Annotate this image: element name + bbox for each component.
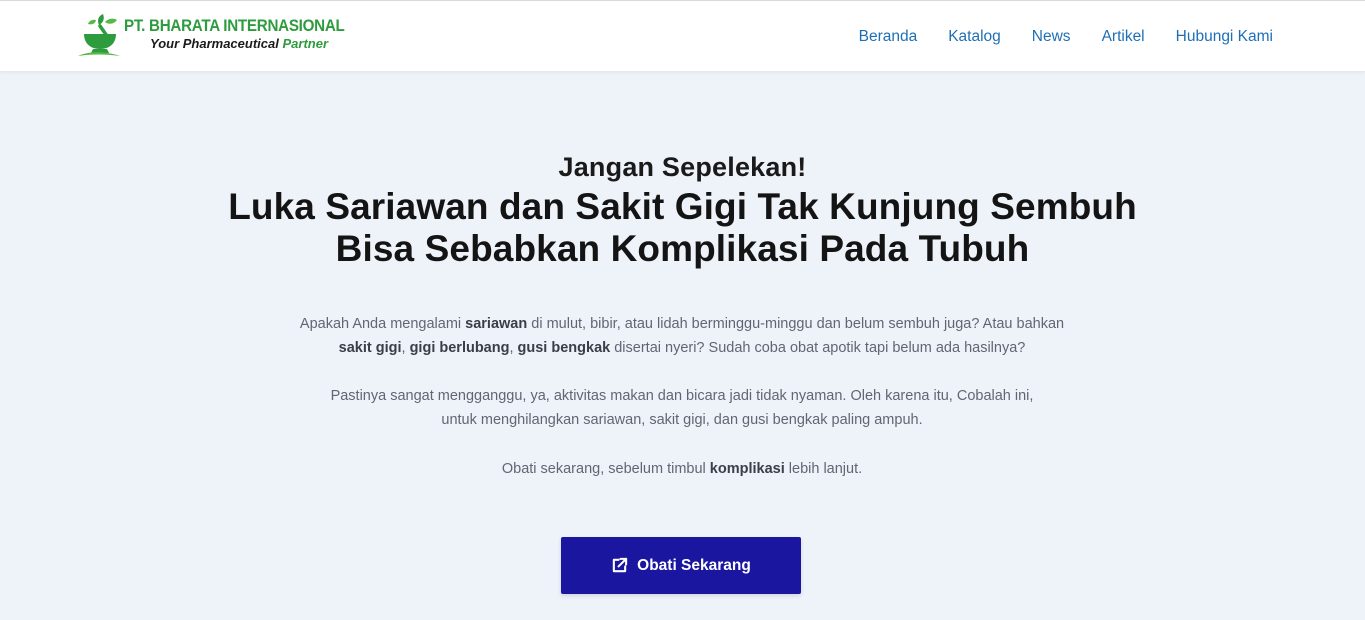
bold-term-sariawan: sariawan	[465, 316, 528, 332]
hero-headline-line2: Bisa Sebabkan Komplikasi Pada Tubuh	[335, 228, 1030, 269]
nav-link-hubungi-kami[interactable]: Hubungi Kami	[1176, 28, 1273, 46]
hero-kicker: Jangan Sepelekan!	[558, 152, 807, 182]
text-run: Pastinya sangat mengganggu, ya, aktivita…	[330, 388, 1034, 404]
hero-section: Jangan Sepelekan! Luka Sariawan dan Saki…	[0, 72, 1365, 620]
bold-term-gigi-berlubang: gigi berlubang	[409, 340, 510, 356]
bold-term-komplikasi: komplikasi	[709, 461, 785, 477]
obati-sekarang-label: Obati Sekarang	[637, 556, 751, 574]
bold-term-gusi-bengkak: gusi bengkak	[517, 340, 611, 356]
intro-paragraph: Apakah Anda mengalami sariawan di mulut,…	[282, 312, 1082, 360]
urgency-paragraph: Obati sekarang, sebelum timbul komplikas…	[282, 457, 1082, 481]
main-nav: Beranda Katalog News Artikel Hubungi Kam…	[859, 1, 1273, 73]
nav-link-beranda[interactable]: Beranda	[859, 28, 918, 46]
text-run: di mulut, bibir, atau lidah berminggu-mi…	[527, 316, 1065, 332]
nav-link-news[interactable]: News	[1032, 28, 1071, 46]
bold-term-sakit-gigi: sakit gigi	[338, 340, 402, 356]
text-run: Obati sekarang, sebelum timbul	[501, 461, 710, 477]
brand-logo-link[interactable]: PT. BHARATA INTERNASIONAL Your Pharmaceu…	[76, 9, 345, 61]
obati-sekarang-button[interactable]: Obati Sekarang	[561, 537, 801, 594]
hero-headline-line1: Luka Sariawan dan Sakit Gigi Tak Kunjung…	[228, 186, 1137, 227]
site-header: PT. BHARATA INTERNASIONAL Your Pharmaceu…	[0, 0, 1365, 72]
nav-link-artikel[interactable]: Artikel	[1102, 28, 1145, 46]
hero-headline: Luka Sariawan dan Sakit Gigi Tak Kunjung…	[0, 186, 1365, 270]
nav-link-katalog[interactable]: Katalog	[948, 28, 1001, 46]
brand-tagline-part1: Your Pharmaceutical	[150, 35, 279, 51]
brand-name: PT. BHARATA INTERNASIONAL	[124, 16, 345, 35]
text-run: Apakah Anda mengalami	[299, 316, 466, 332]
text-run: ,	[401, 340, 410, 356]
text-run: lebih lanjut.	[784, 461, 863, 477]
brand-tagline: Your Pharmaceutical Partner	[150, 36, 364, 51]
mortar-pestle-leaf-icon	[78, 14, 120, 56]
text-run: untuk menghilangkan sariawan, sakit gigi…	[441, 412, 923, 428]
brand-tagline-part2: Partner	[282, 35, 329, 51]
text-run: ,	[509, 340, 518, 356]
text-run: disertai nyeri? Sudah coba obat apotik t…	[610, 340, 1026, 356]
external-link-icon	[612, 557, 628, 573]
problem-paragraph: Pastinya sangat mengganggu, ya, aktivita…	[282, 384, 1082, 432]
